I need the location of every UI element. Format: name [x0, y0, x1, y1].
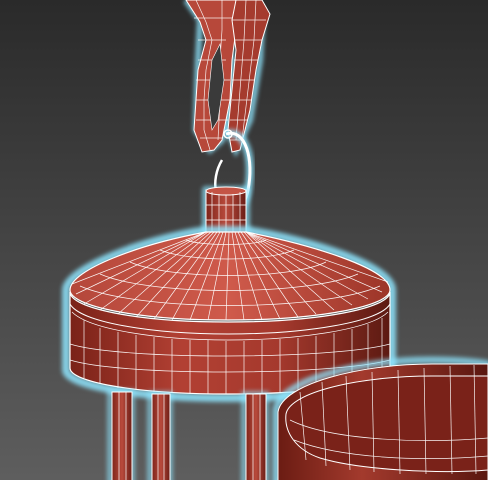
support-rod-3[interactable] — [245, 393, 267, 480]
glass-cylinder[interactable] — [272, 356, 488, 480]
viewport-scene[interactable] — [0, 0, 488, 480]
support-rod-2[interactable] — [151, 393, 171, 480]
3d-viewport[interactable] — [0, 0, 488, 480]
support-rod-1[interactable] — [111, 391, 133, 480]
